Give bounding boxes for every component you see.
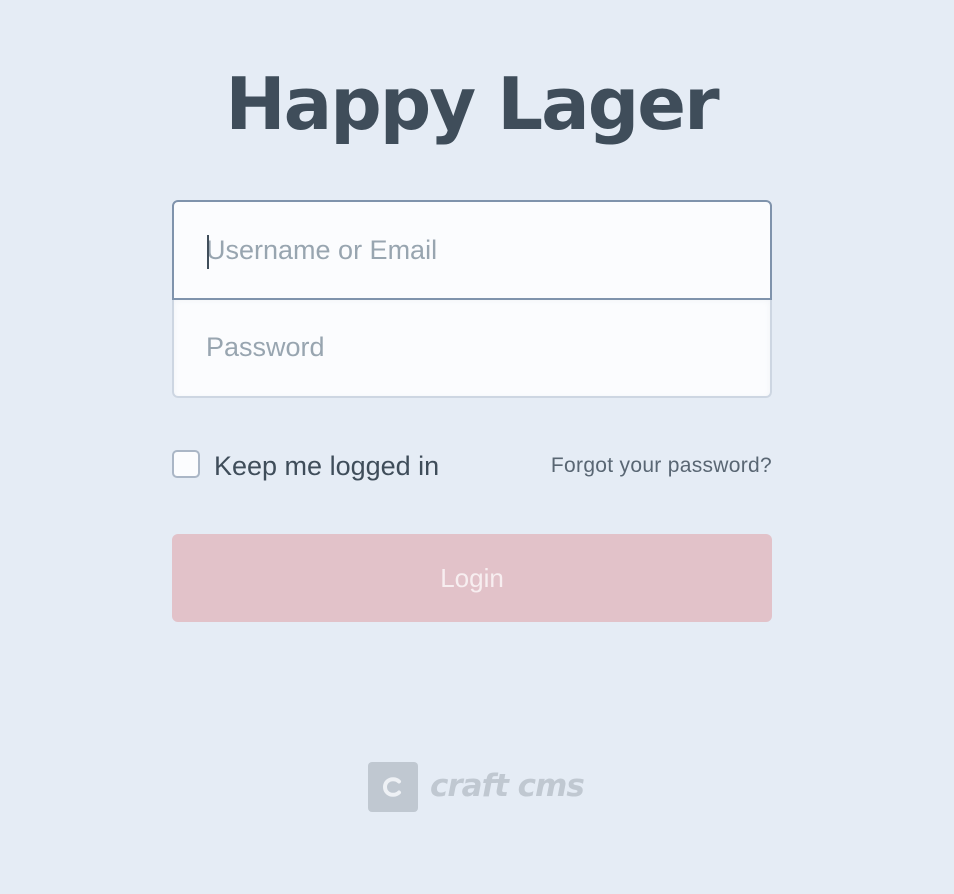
password-input[interactable] [174,298,770,396]
craft-logo-icon [368,762,418,812]
login-options-row: Keep me logged in Forgot your password? [172,448,772,484]
password-field-wrapper [172,298,772,398]
credentials-field-group [172,200,772,398]
footer-brand[interactable]: craft cms [368,762,608,814]
remember-me-checkbox[interactable] [172,450,200,478]
login-form [172,200,772,398]
username-input[interactable] [174,202,770,298]
remember-me-label[interactable]: Keep me logged in [214,448,439,484]
text-caret [207,235,209,269]
brand-name: craft cms [430,768,585,804]
site-title: Happy Lager [225,62,719,146]
login-button[interactable]: Login [172,534,772,622]
forgot-password-link[interactable]: Forgot your password? [551,448,772,484]
username-field-wrapper [172,200,772,300]
